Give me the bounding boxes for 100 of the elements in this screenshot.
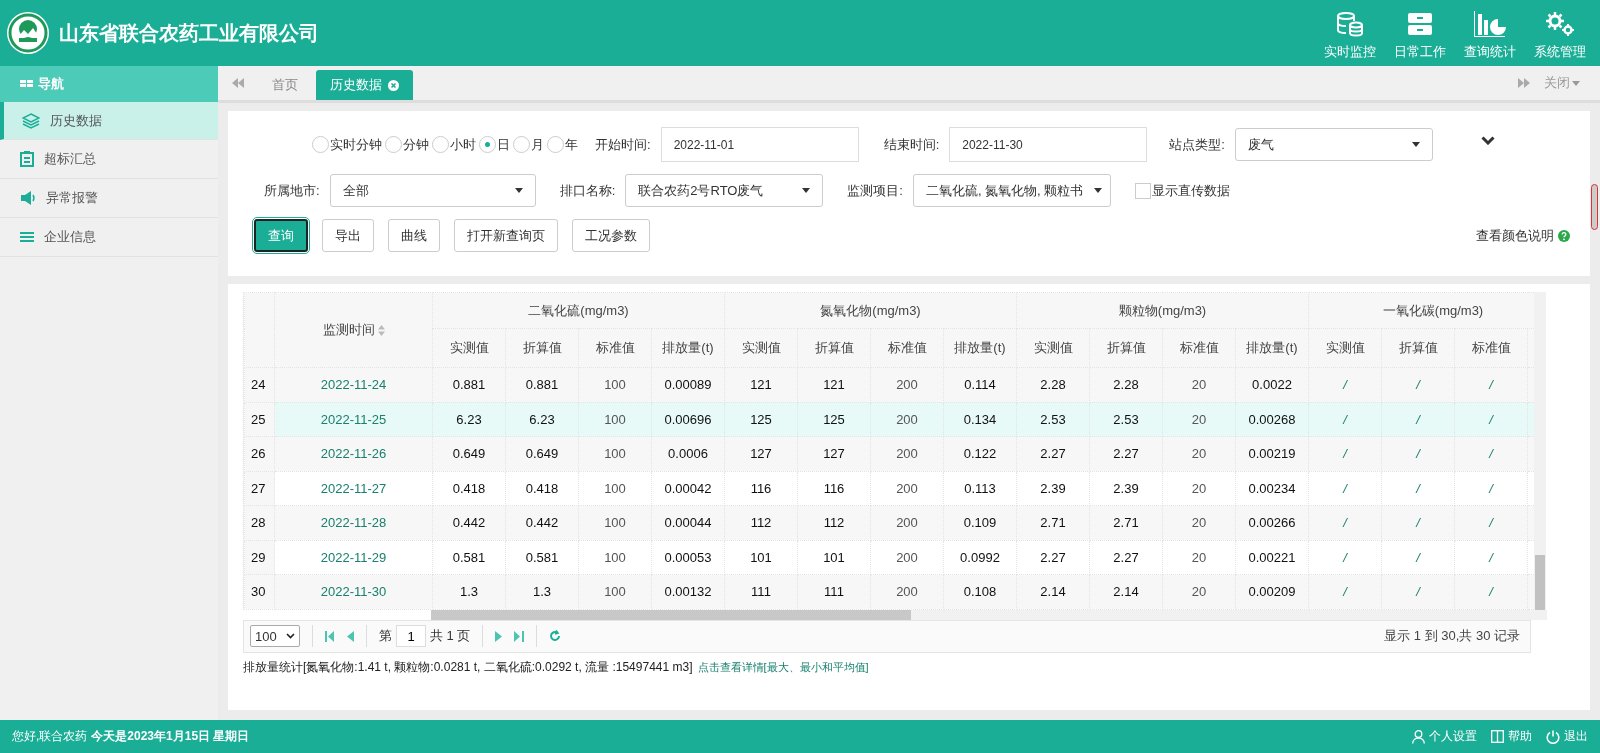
table-row[interactable]: 24 2022-11-24 0.881 0.881 100 0.00089 121 121 200 0.114 2.28 2.28 20 0.0022 / / / [244,367,1534,402]
column-header: 折算值 [1089,328,1163,368]
start-time-field[interactable]: 2022-11-01 [660,127,859,162]
table-cell: 112 [797,505,871,540]
last-page-icon[interactable] [514,630,525,642]
checkbox[interactable] [1134,182,1151,199]
interval-radio[interactable]: 小时 [432,135,476,154]
previous-page-icon[interactable] [347,630,354,642]
table-cell: 100 [578,367,652,402]
table-cell: / [1308,540,1382,575]
table-cell: 0.113 [943,471,1017,506]
table-cell: 0.00268 [1235,402,1309,437]
table-cell: 2.39 [1089,471,1163,506]
table-cell: 121 [724,367,798,402]
interval-radio[interactable]: 实时分钟 [312,135,382,154]
table-cell: / [1454,574,1528,609]
page-number-field[interactable]: 1 [396,625,426,647]
table-cell: 0.00042 [651,471,725,506]
column-header: 实测值 [1016,328,1090,368]
table-cell: 20 [1162,367,1236,402]
table-cell: / [1308,402,1382,437]
table-row[interactable]: 28 2022-11-28 0.442 0.442 100 0.00044 112 112 200 0.109 2.71 2.71 20 0.00266 / / / [244,505,1534,540]
end-time-field[interactable]: 2022-11-30 [949,127,1148,162]
table-cell: 100 [578,471,652,506]
interval-radio[interactable]: 日 [479,135,510,154]
radio-label: 年 [565,135,578,154]
site-type-dropdown[interactable]: 废气 [1234,128,1433,161]
caret-icon [1093,188,1102,193]
scrollbar-thumb[interactable] [1535,554,1545,610]
table-cell: 2.71 [1089,505,1163,540]
date-text: 今天是2023年1月15日 星期日 [91,728,250,745]
chart-icon [1474,11,1506,37]
table-cell: 20 [1162,574,1236,609]
caret-icon [514,188,523,193]
action-button[interactable]: 导出 [322,219,374,252]
table-row[interactable]: 26 2022-11-26 0.649 0.649 100 0.0006 127 127 200 0.122 2.27 2.27 20 0.00219 / / / [244,436,1534,471]
page-size-select[interactable]: 100 [250,625,300,647]
table-cell: 20 [1162,540,1236,575]
table-cell: 100 [578,402,652,437]
outlet-dropdown[interactable]: 联合农药2号RTO废气 [625,174,824,207]
action-button[interactable]: 曲线 [388,219,440,252]
chevron-down-icon[interactable] [1480,136,1495,145]
interval-radio[interactable]: 月 [513,135,544,154]
database-icon [1336,11,1364,37]
table-cell: 6.23 [505,402,579,437]
refresh-icon[interactable] [549,630,562,642]
table-cell: 2.27 [1016,540,1090,575]
action-button[interactable]: 打开新查询页 [454,219,558,252]
table-cell: / [1381,574,1455,609]
date-cell: 2022-11-27 [274,471,433,506]
table-cell: 127 [797,436,871,471]
radio-label: 分钟 [403,135,429,154]
pollutant-dropdown[interactable]: 二氧化硫, 氮氧化物, 颗粒书 [912,174,1111,207]
sidebar-item[interactable]: 历史数据 [0,102,218,140]
table-cell: 0.00696 [651,402,725,437]
drawer-icon [1407,11,1433,37]
row-number: 27 [244,471,275,506]
table-cell: / [1454,402,1528,437]
field-label: 监测项目: [847,181,903,200]
row-number: 26 [244,436,275,471]
first-page-icon[interactable] [325,630,335,642]
date-cell: 2022-11-28 [274,505,433,540]
table-cell: 100 [578,574,652,609]
table-cell: 116 [797,471,871,506]
action-button[interactable]: 工况参数 [572,219,650,252]
close-icon[interactable] [388,79,399,91]
interval-radio[interactable]: 分钟 [385,135,429,154]
table-cell: 0.00219 [1235,436,1309,471]
table-cell: 0.649 [432,436,506,471]
table-cell: 200 [870,367,944,402]
table-cell: 0.581 [432,540,506,575]
table-cell: / [1381,402,1455,437]
column-header: 标准值 [578,328,652,368]
sortable-header[interactable]: 监测时间 [274,292,433,368]
direct-data-checkbox[interactable]: 显示直传数据 [1134,181,1230,200]
speaker-icon [20,190,36,206]
table-cell: 2.28 [1089,367,1163,402]
table-cell: 0.00089 [651,367,725,402]
city-dropdown[interactable]: 全部 [329,174,536,207]
table-cell: / [1381,436,1455,471]
table-cell: 112 [724,505,798,540]
interval-radio[interactable]: 年 [547,135,578,154]
table-cell: 200 [870,436,944,471]
table-cell: 0.00132 [651,574,725,609]
sidebar-title: 导航 [38,75,64,93]
table-cell: 0.00209 [1235,574,1309,609]
table-cell: / [1454,436,1528,471]
details-link[interactable]: 点击查看详情[最大、最小和平均值] [697,659,869,675]
table-cell: 101 [724,540,798,575]
table-row[interactable]: 25 2022-11-25 6.23 6.23 100 0.00696 125 125 200 0.134 2.53 2.53 20 0.00268 / / / [244,402,1534,437]
color-legend-link[interactable]: 查看颜色说明 [1476,226,1554,245]
table-cell: 100 [578,540,652,575]
next-page-icon[interactable] [495,630,503,642]
table-cell: 0.00266 [1235,505,1309,540]
scrollbar-thumb[interactable] [431,609,911,620]
scrollbar-thumb[interactable] [1591,184,1598,230]
table-row[interactable]: 30 2022-11-30 1.3 1.3 100 0.00132 111 111 200 0.108 2.14 2.14 20 0.00209 / / / [244,574,1534,609]
page-total: 共 1 页 [430,627,471,645]
help-icon[interactable] [1558,229,1570,242]
table-cell: 121 [797,367,871,402]
